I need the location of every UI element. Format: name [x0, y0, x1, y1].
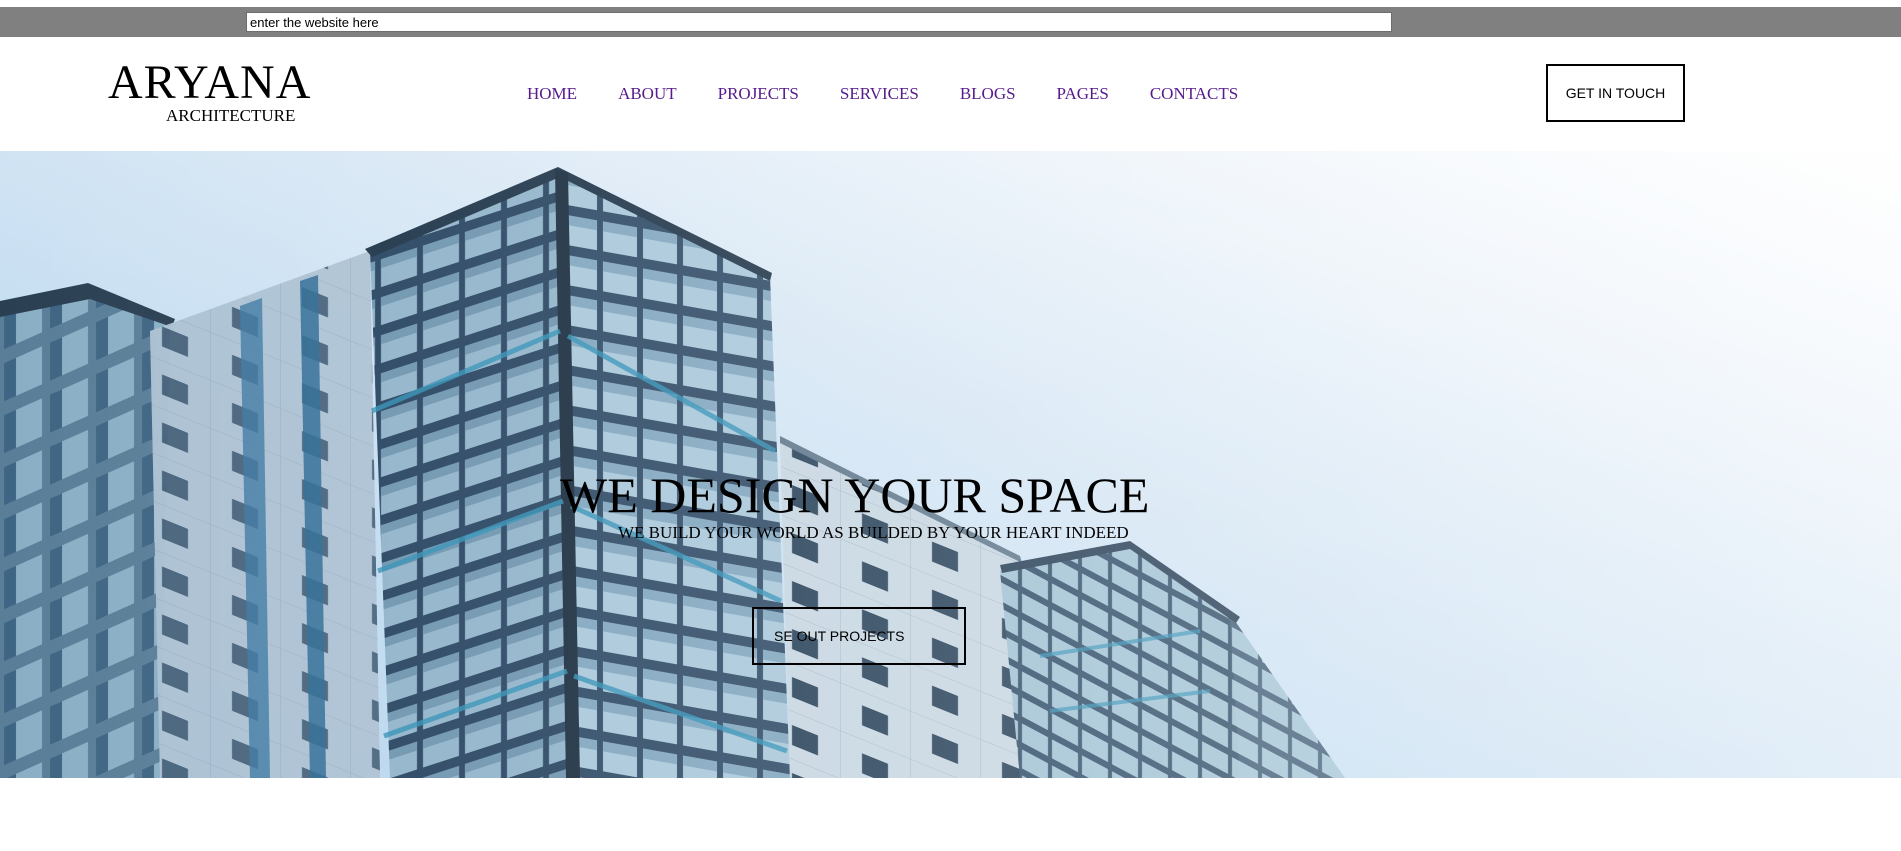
logo-title: ARYANA — [108, 56, 312, 109]
website-url-input[interactable] — [246, 12, 1392, 32]
page: ARYANA ARCHITECTURE HOME ABOUT PROJECTS … — [0, 0, 1901, 851]
nav-link-about[interactable]: ABOUT — [618, 84, 677, 104]
nav-link-projects[interactable]: PROJECTS — [718, 84, 799, 104]
logo[interactable]: ARYANA ARCHITECTURE — [108, 59, 318, 125]
nav-link-home[interactable]: HOME — [527, 84, 577, 104]
nav-link-pages[interactable]: PAGES — [1057, 84, 1109, 104]
logo-subtitle: ARCHITECTURE — [166, 106, 296, 125]
hero-building-image — [0, 151, 1901, 778]
see-our-projects-button[interactable]: SE OUT PROJECTS — [752, 607, 966, 665]
hero-section: WE DESIGN YOUR SPACE WE BUILD YOUR WORLD… — [0, 151, 1901, 778]
get-in-touch-button[interactable]: GET IN TOUCH — [1546, 64, 1685, 122]
nav-link-contacts[interactable]: CONTACTS — [1150, 84, 1238, 104]
page-below-hero — [0, 778, 1901, 851]
top-search-bar — [0, 7, 1901, 37]
hero-subtitle: WE BUILD YOUR WORLD AS BUILDED BY YOUR H… — [618, 523, 1129, 542]
nav-link-services[interactable]: SERVICES — [840, 84, 919, 104]
hero-title: WE DESIGN YOUR SPACE — [560, 467, 1150, 523]
nav-link-blogs[interactable]: BLOGS — [960, 84, 1016, 104]
site-header: ARYANA ARCHITECTURE HOME ABOUT PROJECTS … — [0, 37, 1901, 151]
main-nav: HOME ABOUT PROJECTS SERVICES BLOGS PAGES… — [527, 84, 1279, 104]
